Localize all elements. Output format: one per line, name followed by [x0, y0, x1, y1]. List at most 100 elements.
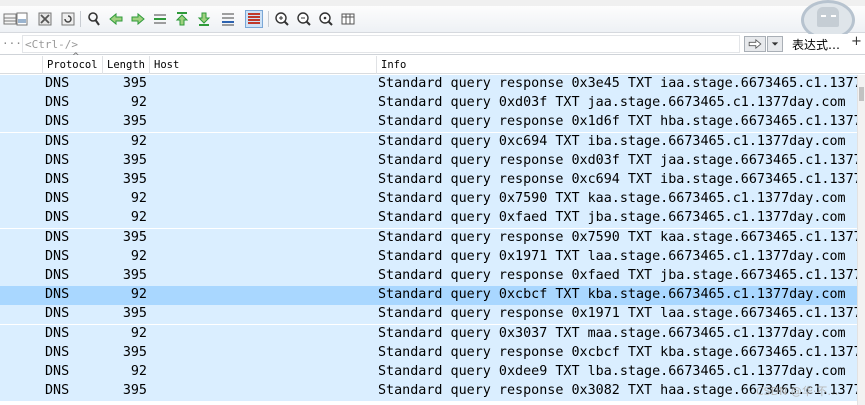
length-cell: 395 — [122, 172, 147, 187]
scrollbar-thumb[interactable] — [859, 87, 864, 101]
info-cell: Standard query response 0x3e45 TXT iaa.s… — [378, 76, 857, 91]
packet-row[interactable]: DNS 395 Standard query response 0x3082 TXT… — [0, 382, 857, 402]
watermark: CSDN @华·不… — [756, 385, 839, 398]
filter-bookmark-icon[interactable]: ··· — [2, 37, 22, 50]
packet-row[interactable]: DNS 92 Standard query 0xcbcf TXT kba.stage… — [0, 286, 857, 306]
column-header-host[interactable]: Host — [149, 56, 376, 74]
packet-row[interactable]: DNS 92 Standard query 0xdee9 TXT lba.stage… — [0, 363, 857, 382]
packet-row[interactable]: DNS 92 Standard query 0x1971 TXT laa.stage… — [0, 247, 857, 267]
first-packet-icon[interactable] — [173, 10, 191, 28]
info-cell: Standard query response 0xcbcf TXT kba.s… — [378, 344, 857, 360]
packet-list-header: Protocol Length Host Info — [0, 56, 865, 74]
colorize-icon[interactable] — [245, 10, 263, 28]
packet-row[interactable]: DNS 92 Standard query 0x7590 TXT kaa.stage… — [0, 190, 857, 210]
reload-icon[interactable] — [59, 10, 77, 28]
length-cell: 92 — [130, 325, 147, 341]
length-cell: 395 — [122, 76, 147, 91]
protocol-cell: DNS — [45, 383, 70, 399]
packet-row[interactable]: 3DNS395Standard query response 0x1971 TX… — [0, 305, 857, 325]
protocol-cell: DNS — [45, 268, 70, 283]
avatar-eye — [831, 15, 836, 17]
avatar-head — [817, 7, 839, 27]
packet-row[interactable]: DNS 92 Standard query 0xc694 TXT iba.stage… — [0, 132, 857, 152]
go-forward-icon[interactable] — [129, 10, 147, 28]
last-packet-icon[interactable] — [195, 10, 213, 28]
protocol-cell: DNS — [45, 325, 70, 341]
packet-row[interactable]: 3DNS395Standard query response 0xfaed TX… — [0, 267, 857, 286]
protocol-cell: DNS — [45, 210, 70, 226]
file-icon[interactable] — [13, 10, 31, 28]
go-to-packet-icon[interactable] — [151, 10, 169, 28]
display-filter-bar: ··· <Ctrl-/> 表达式… + — [0, 34, 865, 55]
chevron-down-icon — [771, 42, 779, 46]
protocol-cell: DNS — [45, 152, 70, 168]
column-header-info[interactable]: Info — [376, 56, 857, 74]
close-file-icon[interactable] — [36, 10, 54, 28]
protocol-cell: DNS — [45, 191, 70, 207]
protocol-cell: DNS — [45, 133, 70, 149]
expression-button[interactable]: 表达式… — [792, 36, 840, 53]
main-toolbar — [0, 0, 865, 40]
length-cell: 92 — [130, 287, 147, 303]
info-cell: Standard query response 0x1971 TXT laa.s… — [378, 306, 857, 322]
info-cell: Standard query 0xdee9 TXT lba.stage.6673… — [378, 364, 846, 379]
length-cell: 92 — [130, 248, 147, 264]
packet-row[interactable]: 3DNS395Standard query response 0x1d6f TX… — [0, 113, 857, 133]
protocol-cell: DNS — [45, 95, 70, 111]
display-filter-input[interactable]: <Ctrl-/> — [22, 35, 740, 53]
packet-row[interactable]: 3DNS395Standard query response 0xcbcf TX… — [0, 343, 857, 363]
length-cell: 92 — [130, 191, 147, 207]
protocol-cell: DNS — [45, 248, 70, 264]
protocol-cell: DNS — [45, 287, 70, 303]
protocol-cell: DNS — [45, 229, 70, 245]
toolbar-separator — [268, 11, 269, 27]
info-cell: Standard query response 0xfaed TXT jba.s… — [378, 268, 857, 283]
packet-row[interactable]: DNS 92 Standard query 0xfaed TXT jba.stage… — [0, 209, 857, 229]
resize-columns-icon[interactable] — [339, 10, 357, 28]
add-filter-button[interactable]: + — [851, 34, 862, 49]
search-icon[interactable] — [85, 10, 103, 28]
length-cell: 92 — [130, 95, 147, 111]
packet-row[interactable]: 3DNS395Standard query response 0x3e45 TX… — [0, 75, 857, 94]
info-cell: Standard query response 0xc694 TXT iba.s… — [378, 172, 857, 187]
sort-caret-icon: ^ — [72, 52, 80, 62]
protocol-cell: DNS — [45, 114, 70, 130]
zoom-in-icon[interactable] — [273, 10, 291, 28]
protocol-cell: DNS — [45, 344, 70, 360]
info-cell: Standard query response 0x7590 TXT kaa.s… — [378, 229, 857, 245]
info-cell: Standard query 0xc694 TXT iba.stage.6673… — [378, 133, 846, 149]
protocol-cell: DNS — [45, 76, 70, 91]
zoom-out-icon[interactable] — [295, 10, 313, 28]
protocol-cell: DNS — [45, 172, 70, 187]
vertical-scrollbar[interactable] — [857, 75, 865, 405]
info-cell: Standard query 0x3037 TXT maa.stage.6673… — [378, 325, 846, 341]
arrow-right-icon — [748, 39, 762, 49]
autoscroll-icon[interactable] — [219, 10, 237, 28]
length-cell: 92 — [130, 210, 147, 226]
protocol-cell: DNS — [45, 306, 70, 322]
info-cell: Standard query 0xcbcf TXT kba.stage.6673… — [378, 287, 846, 303]
packet-row[interactable]: 3DNS395Standard query response 0xc694 TX… — [0, 171, 857, 190]
info-cell: Standard query response 0xd03f TXT jaa.s… — [378, 152, 857, 168]
scroll-up-button[interactable] — [858, 75, 865, 83]
packet-list[interactable]: 3DNS395Standard query response 0x3e45 TX… — [0, 75, 857, 405]
length-cell: 395 — [122, 306, 147, 322]
info-cell: Standard query 0x7590 TXT kaa.stage.6673… — [378, 191, 846, 207]
go-back-icon[interactable] — [107, 10, 125, 28]
length-cell: 395 — [122, 344, 147, 360]
packet-row[interactable]: DNS 92 Standard query 0x3037 TXT maa.stage… — [0, 324, 857, 344]
apply-filter-button[interactable] — [744, 36, 766, 52]
zoom-reset-icon[interactable] — [317, 10, 335, 28]
filter-dropdown-button[interactable] — [767, 36, 783, 52]
packet-row[interactable]: DNS 92 Standard query 0xd03f TXT jaa.stage… — [0, 94, 857, 114]
toolbar-separator — [80, 11, 81, 27]
column-header-length[interactable]: Length — [102, 56, 149, 74]
packet-row[interactable]: 3DNS395Standard query response 0x7590 TX… — [0, 228, 857, 248]
length-cell: 395 — [122, 383, 147, 399]
packet-row[interactable]: 3DNS395Standard query response 0xd03f TX… — [0, 151, 857, 171]
info-cell: Standard query response 0x1d6f TXT hba.s… — [378, 114, 857, 130]
info-cell: Standard query 0xd03f TXT jaa.stage.6673… — [378, 95, 846, 111]
length-cell: 395 — [122, 268, 147, 283]
length-cell: 395 — [122, 152, 147, 168]
column-header-no[interactable] — [0, 56, 42, 74]
